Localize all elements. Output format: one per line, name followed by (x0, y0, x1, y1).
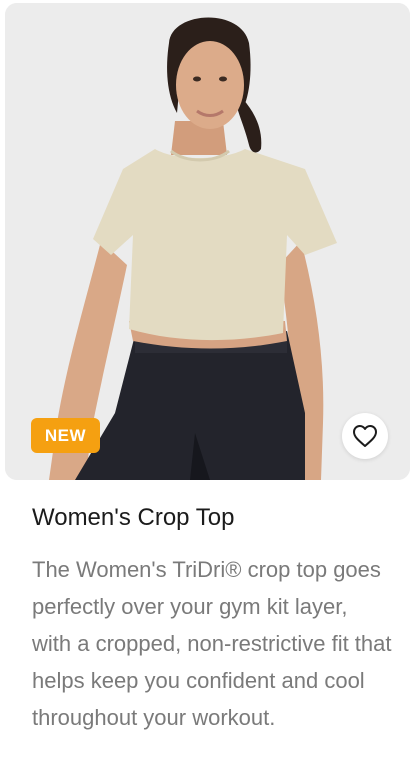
new-badge: NEW (31, 418, 100, 453)
heart-outline-icon (353, 425, 377, 447)
wishlist-button[interactable] (342, 413, 388, 459)
product-card[interactable]: NEW Women's Crop Top The Women's TriDri®… (0, 0, 417, 774)
product-photo-illustration (5, 3, 410, 480)
product-description: The Women's TriDri® crop top goes perfec… (32, 557, 392, 730)
product-image[interactable] (5, 3, 410, 480)
product-title[interactable]: Women's Crop Top (32, 504, 234, 532)
